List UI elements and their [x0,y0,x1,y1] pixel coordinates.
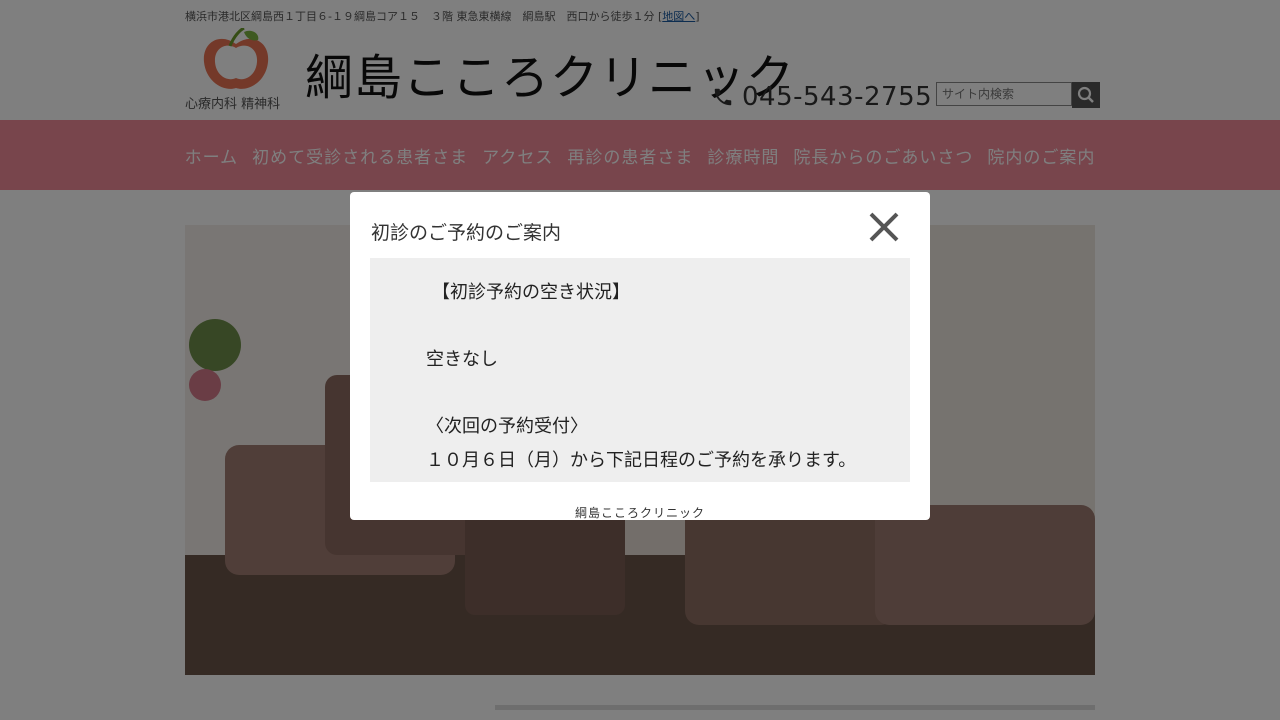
modal-title: 初診のご予約のご案内 [371,222,562,244]
next-booking-text: １０月６日（月）から下記日程のご予約を承ります。 [426,450,857,471]
availability-status: 空きなし [426,349,498,370]
modal-footer: 綱島こころクリニック [574,506,705,520]
reservation-modal: 初診のご予約のご案内 【初診予約の空き状況】 空きなし 〈次回の予約受付〉 １０… [350,192,930,520]
modal-body: 【初診予約の空き状況】 空きなし 〈次回の予約受付〉 １０月６日（月）から下記日… [370,258,910,482]
close-icon[interactable] [867,210,901,244]
availability-heading: 【初診予約の空き状況】 [432,282,630,303]
next-booking-heading: 〈次回の予約受付〉 [426,416,588,437]
